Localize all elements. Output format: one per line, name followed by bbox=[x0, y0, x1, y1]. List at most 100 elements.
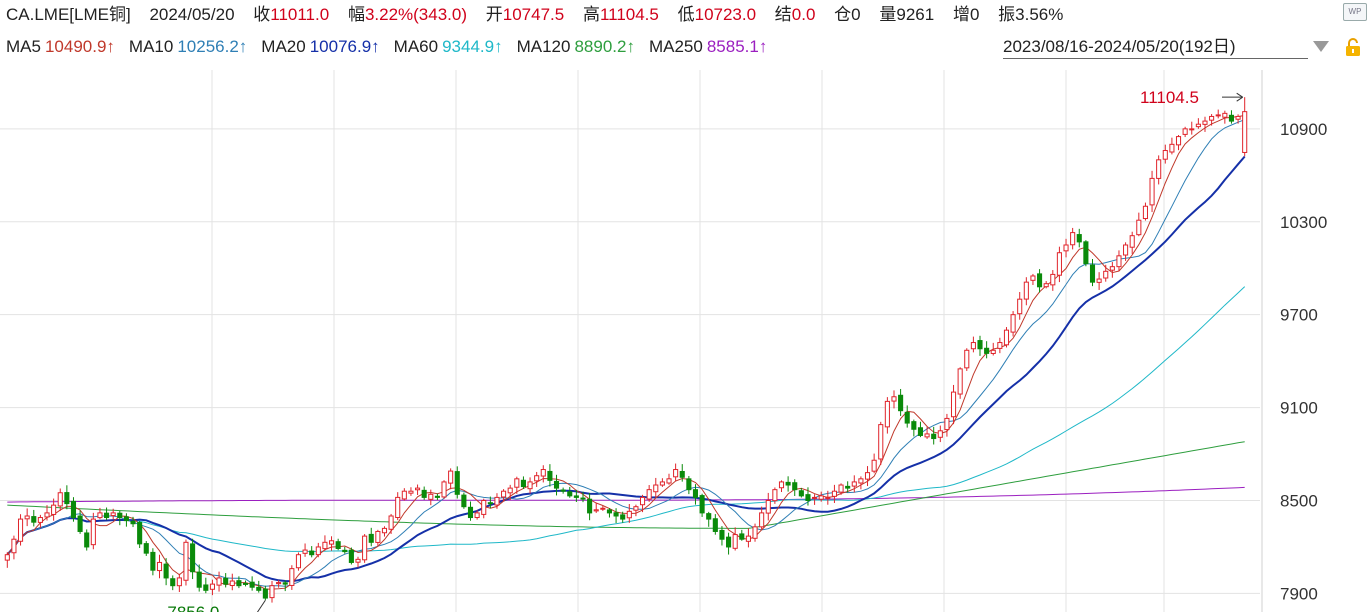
candle-body bbox=[699, 495, 705, 514]
candle-body bbox=[156, 561, 163, 572]
candle-body bbox=[871, 459, 877, 472]
candle-body bbox=[362, 535, 368, 561]
candle-body bbox=[507, 487, 513, 494]
candle-body bbox=[415, 487, 421, 491]
wp-logo-icon[interactable]: WP bbox=[1343, 3, 1367, 21]
candle-body bbox=[845, 485, 851, 489]
candle-body bbox=[838, 484, 844, 493]
candle-body bbox=[1017, 298, 1023, 315]
ma5-line bbox=[6, 115, 1245, 590]
increase-label: 增 bbox=[952, 5, 970, 24]
candle-body bbox=[190, 543, 196, 573]
min-annotation-arrow bbox=[256, 599, 266, 612]
open-label: 开 bbox=[485, 5, 503, 24]
candle-body bbox=[90, 518, 96, 546]
candle-body bbox=[276, 582, 282, 585]
candle-body bbox=[183, 541, 189, 581]
candle-body bbox=[1123, 244, 1129, 256]
candle-body bbox=[1169, 143, 1175, 153]
candle-body bbox=[289, 568, 295, 586]
y-tick-label: 10900 bbox=[1280, 120, 1327, 139]
candle-body bbox=[51, 504, 57, 515]
candle-body bbox=[262, 588, 268, 599]
candle-body bbox=[203, 584, 209, 591]
candle-body bbox=[196, 571, 202, 588]
amplitude-label: 振 bbox=[998, 5, 1016, 24]
candle-body bbox=[428, 493, 434, 500]
candle-body bbox=[309, 550, 315, 556]
candle-body bbox=[474, 512, 480, 519]
candle-body bbox=[282, 582, 288, 585]
candle-body bbox=[209, 583, 215, 590]
candle-body bbox=[514, 478, 520, 488]
candle-body bbox=[1136, 219, 1142, 236]
candle-body bbox=[931, 433, 937, 440]
candle-body bbox=[1089, 264, 1096, 283]
candle-body bbox=[388, 515, 394, 530]
ma-legend-value: 8585.1↑ bbox=[706, 37, 768, 56]
candle-body bbox=[1003, 329, 1010, 346]
y-tick-label: 9100 bbox=[1280, 399, 1318, 418]
candle-body bbox=[878, 424, 884, 460]
candle-body bbox=[104, 512, 110, 519]
candle-body bbox=[295, 554, 302, 569]
candle-body bbox=[31, 516, 37, 523]
candle-body bbox=[573, 495, 579, 498]
candle-body bbox=[44, 512, 50, 518]
candle-body bbox=[613, 512, 619, 517]
candle-body bbox=[553, 480, 560, 489]
candle-body bbox=[891, 396, 897, 402]
candle-body bbox=[137, 522, 143, 545]
candle-body bbox=[1096, 278, 1102, 283]
candle-body bbox=[355, 558, 361, 563]
candle-body bbox=[732, 534, 738, 549]
triangle-down-icon[interactable] bbox=[1313, 41, 1329, 52]
candle-body bbox=[381, 527, 388, 534]
candle-body bbox=[1142, 205, 1148, 220]
candle-body bbox=[673, 469, 679, 478]
candle-body bbox=[454, 471, 460, 495]
candle-body bbox=[970, 342, 976, 350]
lock-icon[interactable] bbox=[1343, 37, 1363, 57]
candle-body bbox=[527, 481, 533, 490]
candle-body bbox=[692, 489, 699, 498]
low-value: 10723.0 bbox=[694, 5, 757, 24]
range-value: 3.22%(343.0) bbox=[364, 5, 468, 24]
candle-body bbox=[408, 490, 414, 494]
candle-body bbox=[236, 580, 242, 587]
candlestick-chart[interactable]: 11104.5 7856.0 7900 8500 9100 9700 10300 10900 bbox=[0, 70, 1369, 612]
candles bbox=[4, 97, 1248, 603]
candle-body bbox=[170, 578, 176, 587]
candle-body bbox=[547, 470, 553, 481]
candle-body bbox=[501, 490, 507, 498]
ma-legend-label: MA20 bbox=[261, 37, 306, 56]
candle-body bbox=[375, 530, 381, 543]
candle-body bbox=[726, 536, 732, 548]
candle-body bbox=[858, 478, 864, 484]
date-range-selector[interactable]: 2023/08/16-2024/05/20(192日) bbox=[1003, 36, 1236, 58]
candle-body bbox=[17, 518, 24, 542]
candle-body bbox=[84, 532, 90, 548]
ma-legend: MA5 10490.9↑ MA10 10256.2↑ MA20 10076.9↑ MA60 9… bbox=[6, 36, 781, 58]
candle-body bbox=[818, 495, 824, 500]
candle-body bbox=[1189, 128, 1195, 131]
ma-legend-value: 9344.9↑ bbox=[442, 37, 503, 56]
ma20-line bbox=[6, 155, 1246, 583]
candle-body bbox=[1050, 273, 1056, 286]
candle-body bbox=[540, 469, 546, 477]
candle-body bbox=[904, 411, 910, 424]
candle-body bbox=[686, 478, 692, 491]
candle-body bbox=[653, 484, 659, 493]
candle-body bbox=[24, 515, 30, 520]
candle-body bbox=[1242, 111, 1248, 153]
candle-body bbox=[150, 551, 156, 571]
candle-body bbox=[626, 510, 632, 519]
candle-body bbox=[401, 490, 407, 500]
volume-value: 9261 bbox=[896, 5, 935, 24]
candle-body bbox=[851, 481, 857, 487]
y-tick-label: 8500 bbox=[1280, 492, 1318, 511]
high-value: 11104.5 bbox=[599, 5, 659, 24]
candle-body bbox=[1010, 314, 1016, 333]
candle-body bbox=[792, 482, 798, 491]
ma-legend-value: 10076.9↑ bbox=[309, 37, 380, 56]
